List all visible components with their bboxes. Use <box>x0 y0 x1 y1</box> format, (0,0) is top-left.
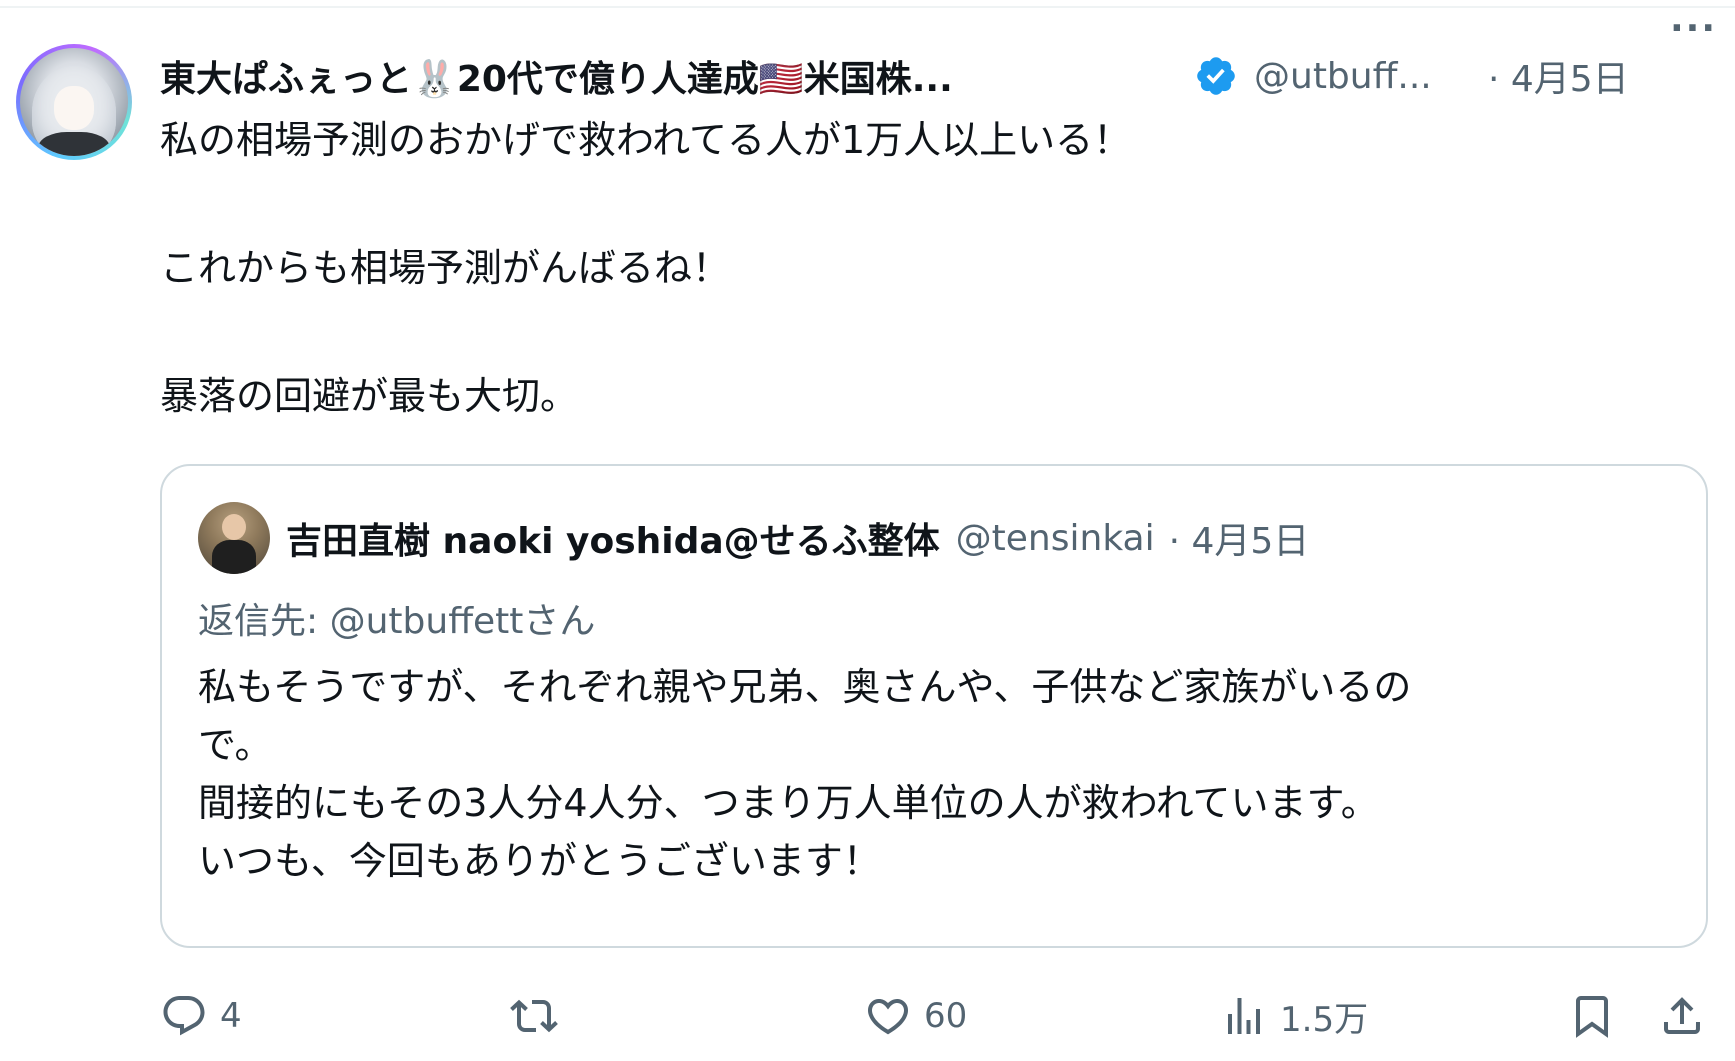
avatar-image <box>20 48 128 156</box>
share-button[interactable] <box>1658 988 1706 1044</box>
verified-badge-icon[interactable] <box>1194 54 1238 98</box>
bookmark-icon <box>1576 996 1608 1038</box>
tweet-header: 東大ぱふぇっと🐰20代で億り人達成🇺🇸米国株... @utbuff... · 4… <box>160 48 1720 104</box>
bookmark-button[interactable] <box>1568 988 1616 1044</box>
retweet-icon <box>510 999 558 1033</box>
author-handle[interactable]: @utbuff... <box>1254 56 1464 97</box>
quoted-author-handle: @tensinkai <box>955 517 1155 559</box>
reply-icon <box>163 996 205 1036</box>
q-avatar-body <box>212 540 256 574</box>
tweet-text-line: 私の相場予測のおかげで救われてる人が1万人以上いる！ <box>160 118 1132 162</box>
share-icon <box>1664 997 1700 1034</box>
action-bar: 4 60 1.5万 <box>160 988 1720 1044</box>
tweet-text: 私の相場予測のおかげで救われてる人が1万人以上いる！ これからも相場予測がんばる… <box>160 118 1690 418</box>
author-avatar[interactable] <box>16 44 132 160</box>
avatar-body <box>38 132 110 156</box>
quoted-author-display-name: 吉田直樹 naoki yoshida@せるふ整体 <box>286 521 940 562</box>
quoted-text-line: いつも、今回もありがとうございます！ <box>198 839 881 883</box>
views-icon <box>1228 998 1260 1034</box>
quoted-text-line: で。 <box>198 723 273 767</box>
quoted-text-line: 間接的にもその3人分4人分、つまり万人単位の人が救われています。 <box>198 781 1379 825</box>
tweet-text-line: 暴落の回避が最も大切。 <box>160 374 579 418</box>
quoted-tweet-date: · 4月5日 <box>1168 521 1310 562</box>
retweet-button[interactable] <box>510 988 570 1044</box>
quoted-tweet-text: 私もそうですが、それぞれ親や兄弟、奥さんや、子供など家族がいるの で。 間接的に… <box>198 658 1678 890</box>
like-button[interactable]: 60 <box>864 988 967 1044</box>
reply-target: @utbuffettさん <box>329 601 596 642</box>
like-count: 60 <box>924 996 968 1036</box>
quoted-author-avatar[interactable] <box>198 502 270 574</box>
heart-icon <box>867 999 909 1035</box>
reply-count: 4 <box>220 996 242 1036</box>
quoted-text-line: 私もそうですが、それぞれ親や兄弟、奥さんや、子供など家族がいるの <box>198 665 1412 709</box>
author-display-name[interactable]: 東大ぱふぇっと🐰20代で億り人達成🇺🇸米国株... <box>160 50 1160 102</box>
reply-button[interactable]: 4 <box>160 988 242 1044</box>
avatar-face <box>54 86 94 130</box>
q-avatar-head <box>222 514 246 540</box>
views-button[interactable]: 1.5万 <box>1220 988 1368 1044</box>
tweet-text-line: これからも相場予測がんばるね！ <box>160 246 731 290</box>
reply-prefix: 返信先: <box>198 601 319 642</box>
reply-to-line: 返信先: @utbuffettさん <box>198 592 595 644</box>
top-divider <box>0 6 1735 8</box>
tweet-date[interactable]: · 4月5日 <box>1488 50 1629 102</box>
more-icon[interactable]: ··· <box>1670 8 1717 49</box>
quoted-tweet[interactable]: 吉田直樹 naoki yoshida@せるふ整体 @tensinkai · 4月… <box>160 464 1708 948</box>
quoted-tweet-header: 吉田直樹 naoki yoshida@せるふ整体 @tensinkai · 4月… <box>286 510 1309 566</box>
views-count: 1.5万 <box>1280 999 1369 1040</box>
